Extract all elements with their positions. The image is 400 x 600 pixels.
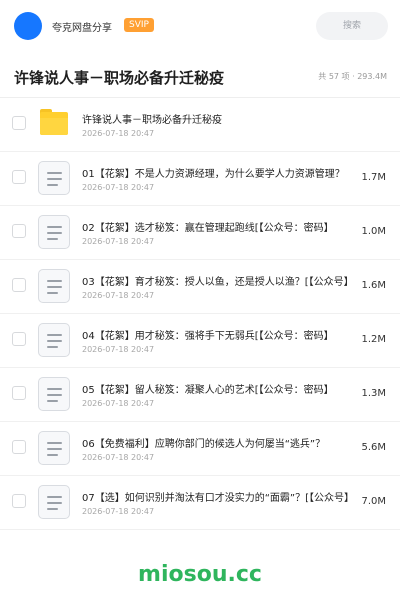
- top-header: 夸克网盘分享 SVIP 搜索: [0, 0, 400, 52]
- item-size: 7.0M: [361, 496, 386, 507]
- file-list: 许锋说人事－职场必备升迁秘疫 2026-07-18 20:47 01【花絮】不是…: [0, 98, 400, 530]
- item-name[interactable]: 04【花絮】用才秘笈：强将手下无弱兵[【公众号：密码】: [82, 327, 358, 342]
- item-name[interactable]: 05【花絮】留人秘笈：凝聚人心的艺术[【公众号：密码】: [82, 381, 358, 396]
- list-item-file[interactable]: 03【花絮】育才秘笈：授人以鱼，还是授人以渔？[【公众号】 2026-07-18…: [0, 260, 400, 314]
- select-checkbox[interactable]: [12, 494, 26, 508]
- select-checkbox[interactable]: [12, 386, 26, 400]
- item-date: 2026-07-18 20:47: [82, 129, 155, 138]
- item-name[interactable]: 许锋说人事－职场必备升迁秘疫: [82, 111, 358, 126]
- item-name[interactable]: 07【选】如何识别并淘汰有口才没实力的“面霸”？[【公众号】: [82, 489, 358, 504]
- document-icon: [38, 161, 70, 195]
- share-title: 夸克网盘分享: [52, 23, 112, 34]
- document-icon: [38, 323, 70, 357]
- select-checkbox[interactable]: [12, 278, 26, 292]
- document-icon: [38, 377, 70, 411]
- select-checkbox[interactable]: [12, 116, 26, 130]
- folder-icon: [40, 109, 68, 135]
- list-item-file[interactable]: 05【花絮】留人秘笈：凝聚人心的艺术[【公众号：密码】 2026-07-18 2…: [0, 368, 400, 422]
- list-item-file[interactable]: 01【花絮】不是人力资源经理，为什么要学人力资源管理？ 2026-07-18 2…: [0, 152, 400, 206]
- svip-badge: SVIP: [124, 18, 154, 32]
- search-input[interactable]: 搜索: [316, 12, 388, 40]
- document-icon: [38, 485, 70, 519]
- select-checkbox[interactable]: [12, 224, 26, 238]
- select-checkbox[interactable]: [12, 440, 26, 454]
- item-name[interactable]: 03【花絮】育才秘笈：授人以鱼，还是授人以渔？[【公众号】: [82, 273, 358, 288]
- list-item-file[interactable]: 04【花絮】用才秘笈：强将手下无弱兵[【公众号：密码】 2026-07-18 2…: [0, 314, 400, 368]
- item-date: 2026-07-18 20:47: [82, 507, 155, 516]
- item-date: 2026-07-18 20:47: [82, 345, 155, 354]
- watermark-text: miosou.cc: [138, 562, 262, 587]
- item-date: 2026-07-18 20:47: [82, 453, 155, 462]
- item-date: 2026-07-18 20:47: [82, 183, 155, 192]
- item-name[interactable]: 01【花絮】不是人力资源经理，为什么要学人力资源管理？: [82, 165, 358, 180]
- item-size: 5.6M: [361, 442, 386, 453]
- item-date: 2026-07-18 20:47: [82, 237, 155, 246]
- item-name[interactable]: 02【花絮】选才秘笈：赢在管理起跑线[【公众号：密码】: [82, 219, 358, 234]
- item-summary: 共 57 项 · 293.4M: [318, 72, 387, 81]
- item-size: 1.7M: [361, 172, 386, 183]
- folder-title-bar: 许锋说人事－职场必备升迁秘疫 共 57 项 · 293.4M: [0, 52, 400, 98]
- item-size: 1.3M: [361, 388, 386, 399]
- list-item-file[interactable]: 02【花絮】选才秘笈：赢在管理起跑线[【公众号：密码】 2026-07-18 2…: [0, 206, 400, 260]
- avatar[interactable]: [14, 12, 42, 40]
- list-item-file[interactable]: 07【选】如何识别并淘汰有口才没实力的“面霸”？[【公众号】 2026-07-1…: [0, 476, 400, 530]
- item-size: 1.0M: [361, 226, 386, 237]
- select-checkbox[interactable]: [12, 332, 26, 346]
- list-item-file[interactable]: 06【免费福利】应聘你部门的候选人为何屡当“逃兵”？ 2026-07-18 20…: [0, 422, 400, 476]
- item-date: 2026-07-18 20:47: [82, 399, 155, 408]
- item-date: 2026-07-18 20:47: [82, 291, 155, 300]
- document-icon: [38, 431, 70, 465]
- item-size: 1.6M: [361, 280, 386, 291]
- item-name[interactable]: 06【免费福利】应聘你部门的候选人为何屡当“逃兵”？: [82, 435, 358, 450]
- list-item-folder[interactable]: 许锋说人事－职场必备升迁秘疫 2026-07-18 20:47: [0, 98, 400, 152]
- page-title: 许锋说人事－职场必备升迁秘疫: [14, 69, 225, 87]
- select-checkbox[interactable]: [12, 170, 26, 184]
- document-icon: [38, 215, 70, 249]
- item-size: 1.2M: [361, 334, 386, 345]
- document-icon: [38, 269, 70, 303]
